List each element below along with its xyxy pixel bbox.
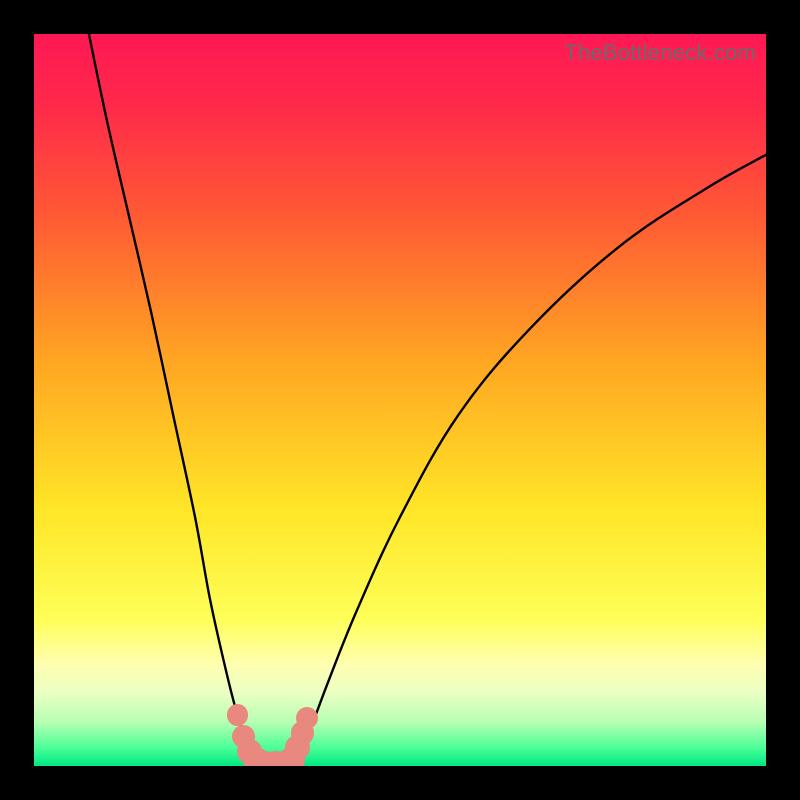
left-branch-path <box>89 34 263 766</box>
marker-dot <box>227 704 249 726</box>
chart-frame: TheBottleneck.com <box>0 0 800 800</box>
plot-area: TheBottleneck.com <box>34 34 766 766</box>
right-branch-path <box>294 155 766 766</box>
curve-layer <box>34 34 766 766</box>
